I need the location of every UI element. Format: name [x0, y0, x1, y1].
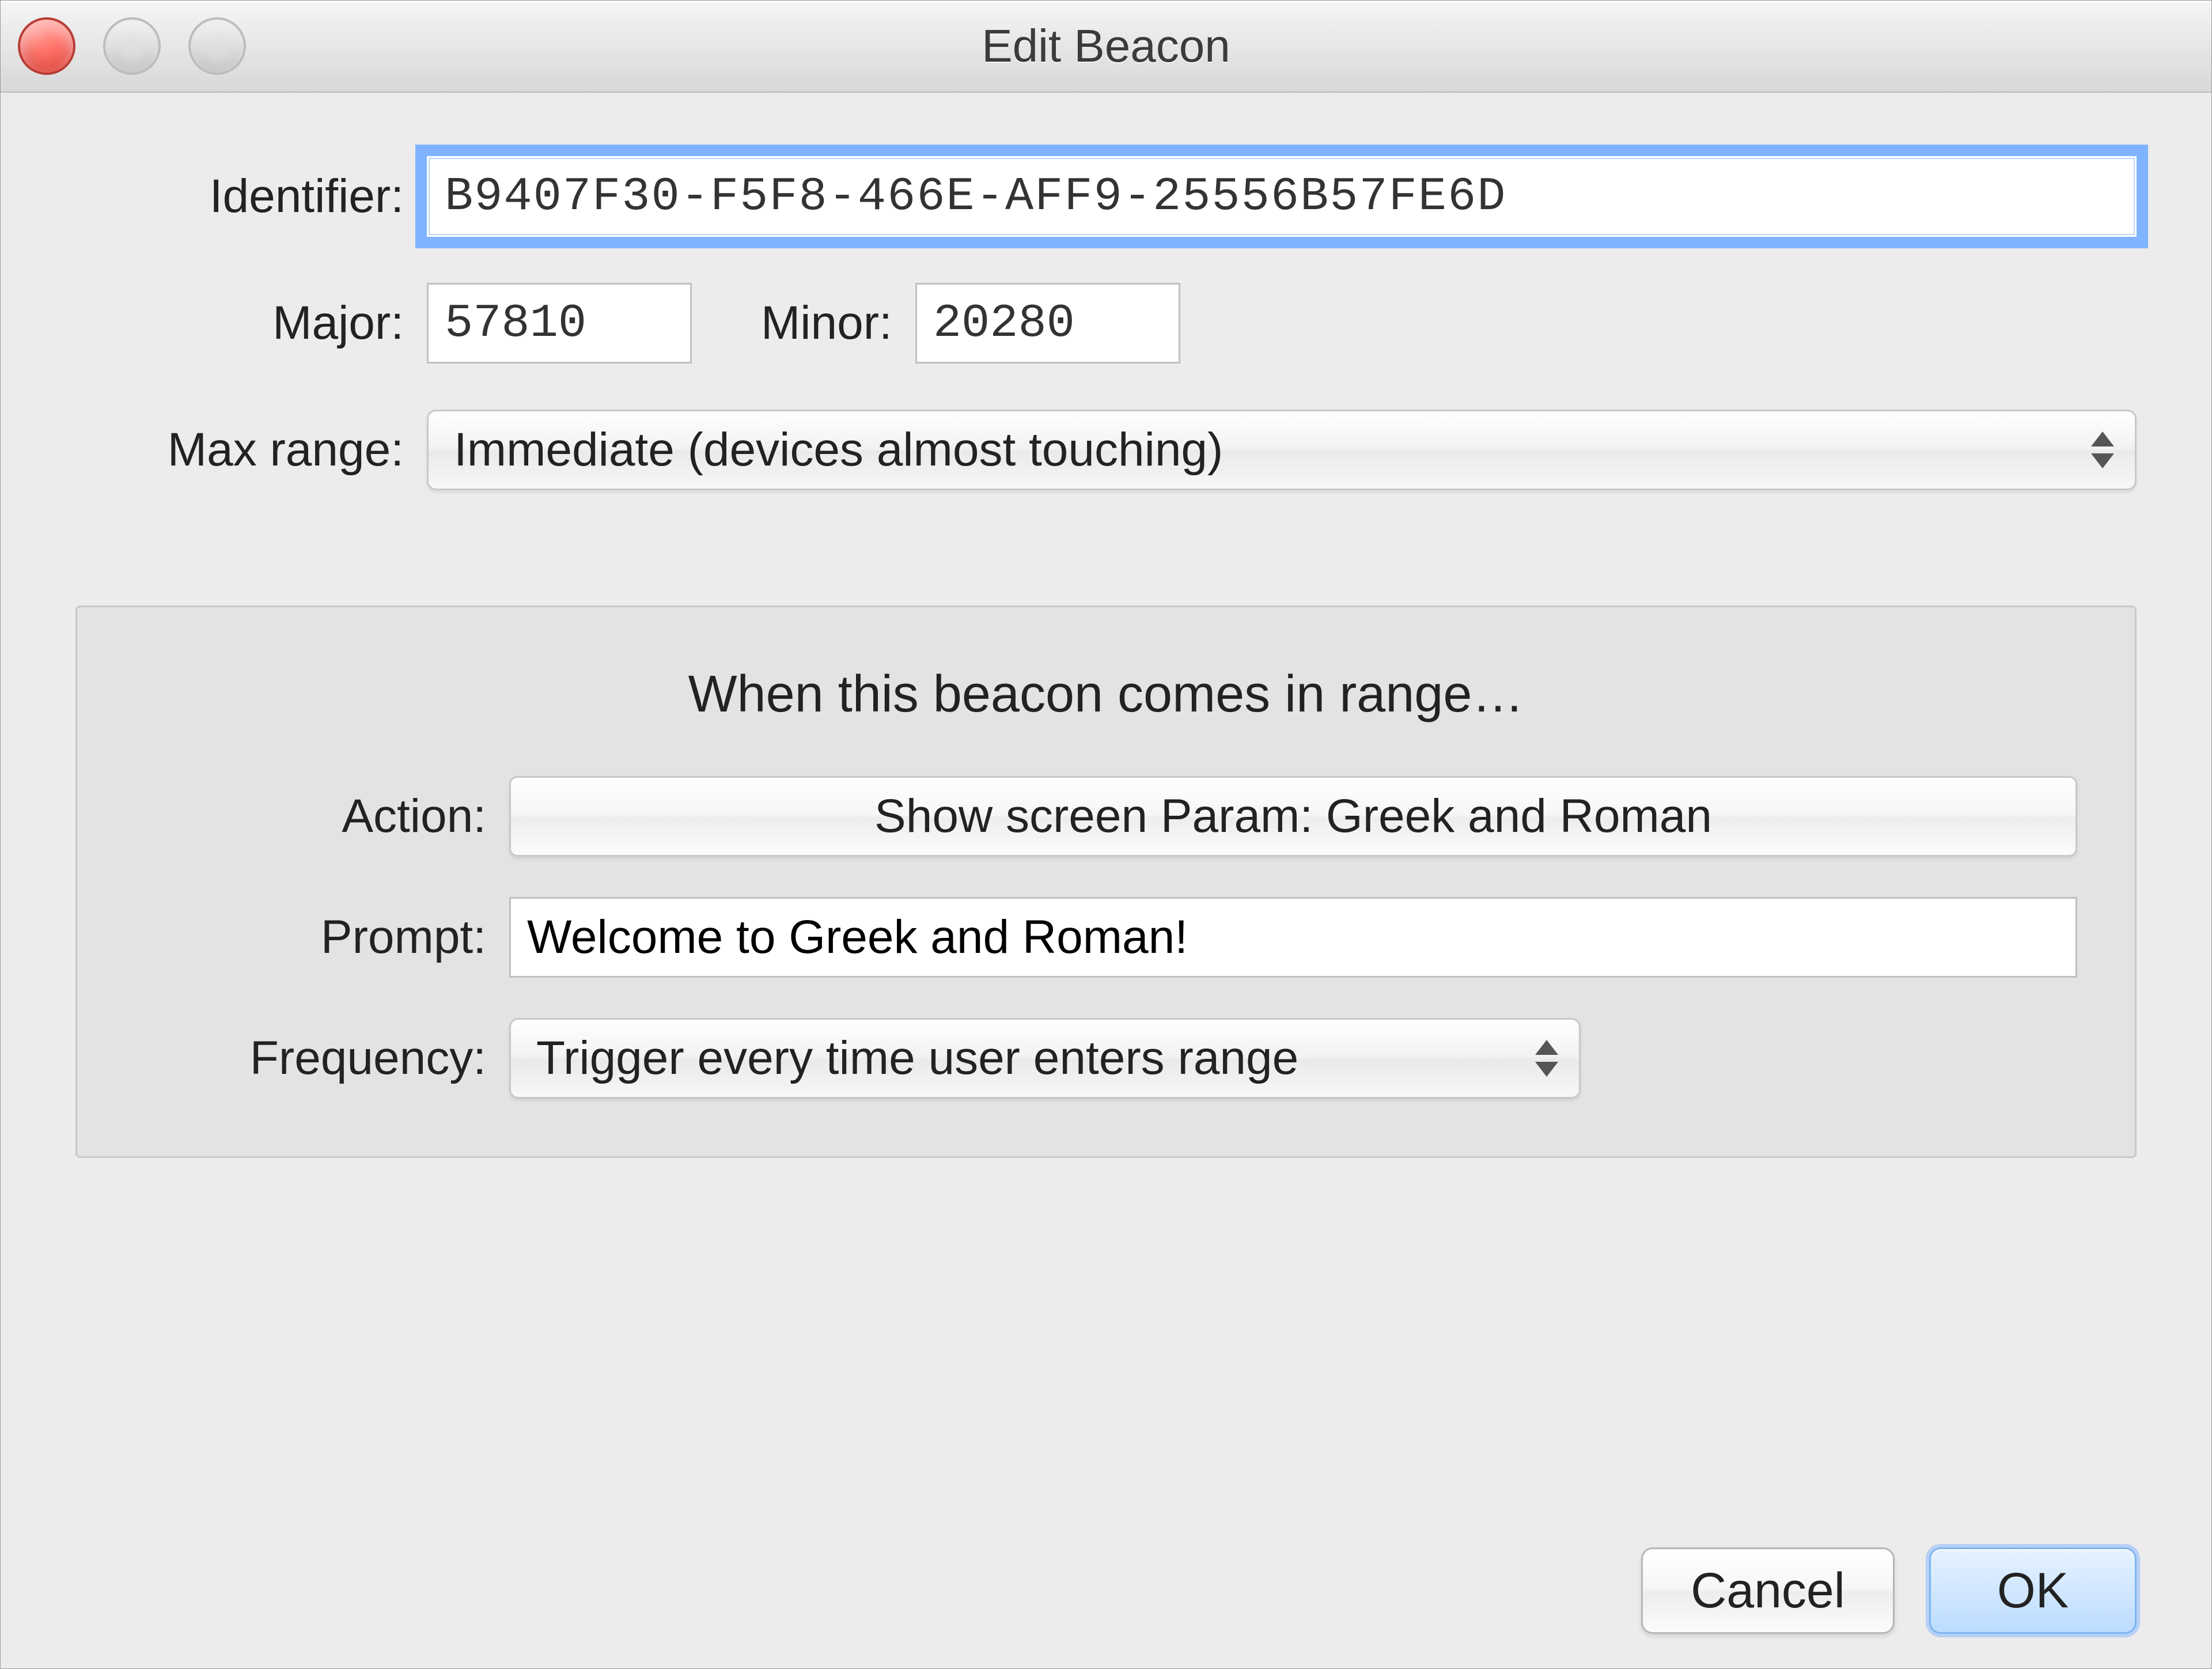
updown-arrows-icon [1529, 1032, 1564, 1084]
group-title: When this beacon comes in range… [135, 665, 2077, 724]
frequency-row: Frequency: Trigger every time user enter… [135, 1018, 2077, 1099]
major-label: Major: [75, 296, 427, 350]
edit-beacon-window: Edit Beacon Identifier: Major: Minor: Ma… [0, 0, 2212, 1669]
major-input[interactable] [427, 283, 692, 364]
prompt-input[interactable] [509, 897, 2077, 978]
frequency-selected-value: Trigger every time user enters range [536, 1031, 1298, 1085]
frequency-label: Frequency: [135, 1031, 509, 1085]
prompt-row: Prompt: [135, 897, 2077, 978]
dialog-footer: Cancel OK [75, 1484, 2137, 1634]
dialog-body: Identifier: Major: Minor: Max range: Imm… [1, 93, 2211, 1668]
cancel-button[interactable]: Cancel [1641, 1547, 1895, 1634]
minimize-window-button[interactable] [103, 17, 161, 75]
identifier-label: Identifier: [75, 169, 427, 224]
minor-input[interactable] [915, 283, 1180, 364]
action-button[interactable]: Show screen Param: Greek and Roman [509, 776, 2077, 857]
identifier-row: Identifier: [75, 156, 2137, 237]
action-row: Action: Show screen Param: Greek and Rom… [135, 776, 2077, 857]
maxrange-row: Max range: Immediate (devices almost tou… [75, 410, 2137, 490]
identifier-input[interactable] [427, 156, 2137, 237]
in-range-group: When this beacon comes in range… Action:… [75, 605, 2137, 1158]
cancel-button-label: Cancel [1691, 1562, 1845, 1619]
major-minor-row: Major: Minor: [75, 283, 2137, 364]
action-value: Show screen Param: Greek and Roman [874, 789, 1712, 843]
minor-label: Minor: [692, 296, 915, 350]
frequency-select[interactable]: Trigger every time user enters range [509, 1018, 1581, 1099]
maxrange-select[interactable]: Immediate (devices almost touching) [427, 410, 2137, 490]
zoom-window-button[interactable] [188, 17, 246, 75]
titlebar: Edit Beacon [1, 1, 2211, 93]
action-label: Action: [135, 789, 509, 843]
maxrange-selected-value: Immediate (devices almost touching) [454, 423, 1223, 477]
ok-button-label: OK [1997, 1562, 2069, 1619]
prompt-label: Prompt: [135, 910, 509, 964]
window-title: Edit Beacon [1, 20, 2211, 73]
updown-arrows-icon [2085, 424, 2120, 476]
ok-button[interactable]: OK [1929, 1547, 2137, 1634]
window-controls [18, 17, 246, 75]
close-window-button[interactable] [18, 17, 75, 75]
maxrange-label: Max range: [75, 423, 427, 477]
